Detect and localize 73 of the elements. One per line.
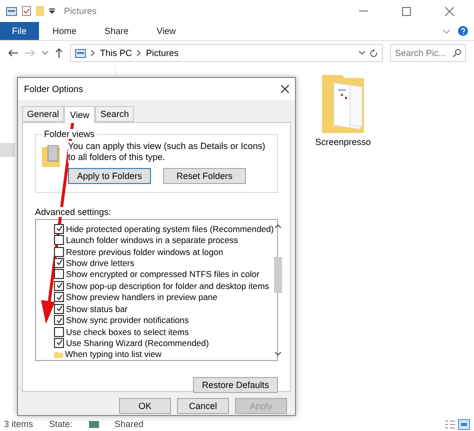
setting-label[interactable]: Show preview handlers in preview pane — [66, 292, 218, 302]
restore-defaults-button[interactable]: Restore Defaults — [192, 377, 278, 393]
dropdown-icon[interactable] — [359, 51, 365, 55]
group-title: Folder views — [42, 129, 97, 139]
file-menu-button[interactable]: File — [0, 22, 39, 40]
setting-label[interactable]: Show status bar — [66, 304, 128, 314]
folder-icon — [320, 75, 366, 133]
minimize-icon[interactable] — [358, 10, 368, 12]
dialog-button[interactable]: OK — [119, 398, 171, 414]
large-icons-view-icon[interactable] — [458, 418, 470, 430]
folder-icon — [54, 350, 63, 358]
dropdown-icon[interactable] — [49, 8, 55, 14]
recent-dropdown-icon[interactable] — [42, 51, 48, 55]
details-view-icon[interactable] — [445, 420, 455, 428]
checkbox[interactable] — [54, 315, 64, 326]
checkbox[interactable] — [54, 235, 64, 246]
dialog-title: Folder Options — [24, 84, 84, 94]
ribbon-tab[interactable]: Share — [90, 22, 143, 40]
setting-label[interactable]: Show encrypted or compressed NTFS files in color — [66, 269, 260, 280]
checkbox[interactable] — [54, 269, 64, 280]
group-button[interactable]: Apply to Folders — [68, 168, 152, 184]
setting-label[interactable]: Show drive letters — [66, 258, 134, 268]
expand-ribbon-icon[interactable] — [443, 28, 450, 34]
breadcrumb[interactable]: Pictures — [146, 48, 179, 58]
dialog-button[interactable]: Cancel — [177, 398, 229, 414]
checkbox[interactable] — [54, 292, 64, 302]
chevron-icon — [91, 50, 95, 56]
group-button[interactable]: Reset Folders — [163, 168, 246, 184]
shared-icon — [88, 420, 99, 428]
computer-icon[interactable] — [6, 6, 17, 16]
advanced-settings-label: Advanced settings: — [35, 207, 112, 217]
refresh-icon[interactable] — [370, 48, 378, 58]
back-icon[interactable] — [8, 49, 18, 57]
checkbox[interactable] — [54, 338, 64, 348]
window-title: Pictures — [64, 6, 98, 16]
help-icon[interactable] — [458, 26, 468, 36]
scroll-down-icon[interactable] — [274, 352, 281, 356]
search-field[interactable]: Search Pic... — [390, 44, 466, 62]
ribbon-tab[interactable]: View — [142, 22, 190, 40]
setting-label[interactable]: Use check boxes to select items — [66, 326, 189, 336]
computer-icon — [75, 48, 86, 58]
checkbox[interactable] — [54, 280, 64, 291]
status-label: State: — [49, 419, 73, 429]
checkbox[interactable] — [54, 224, 64, 234]
setting-label[interactable]: Restore previous folder windows at logon — [66, 246, 224, 257]
setting-group-label: When typing into list view — [65, 349, 162, 360]
close-icon[interactable] — [281, 85, 289, 93]
item-count: 3 items — [4, 419, 34, 429]
checkbox[interactable] — [54, 304, 64, 314]
dialog-tab[interactable]: General — [22, 106, 64, 122]
setting-label[interactable]: Show sync provider notifications — [66, 315, 189, 326]
scroll-up-icon[interactable] — [274, 224, 281, 228]
checkbox[interactable] — [54, 258, 64, 268]
folder-name: Screenpresso — [315, 137, 371, 147]
folder-icon — [42, 145, 60, 167]
setting-label[interactable]: Hide protected operating system files (Recommended) — [66, 224, 274, 234]
folder-item[interactable]: Screenpresso — [313, 75, 373, 150]
dialog-tab[interactable]: View — [64, 106, 96, 123]
address-bar[interactable]: This PC Pictures — [70, 44, 383, 62]
setting-label[interactable]: Use Sharing Wizard (Recommended) — [66, 338, 209, 348]
setting-label[interactable]: Launch folder windows in a separate process — [66, 235, 238, 246]
dialog-tab[interactable]: Search — [95, 106, 134, 122]
maximize-icon[interactable] — [402, 6, 410, 16]
properties-icon[interactable] — [22, 6, 31, 16]
ribbon-tab[interactable]: Home — [38, 22, 91, 40]
chevron-icon — [137, 50, 142, 56]
status-value: Shared — [114, 419, 144, 429]
setting-label[interactable]: Show pop-up description for folder and desktop items — [66, 280, 270, 291]
search-icon — [453, 49, 461, 57]
breadcrumb[interactable]: This PC — [100, 48, 132, 58]
up-icon[interactable] — [55, 48, 63, 58]
checkbox[interactable] — [54, 246, 64, 257]
checkbox[interactable] — [54, 326, 64, 336]
